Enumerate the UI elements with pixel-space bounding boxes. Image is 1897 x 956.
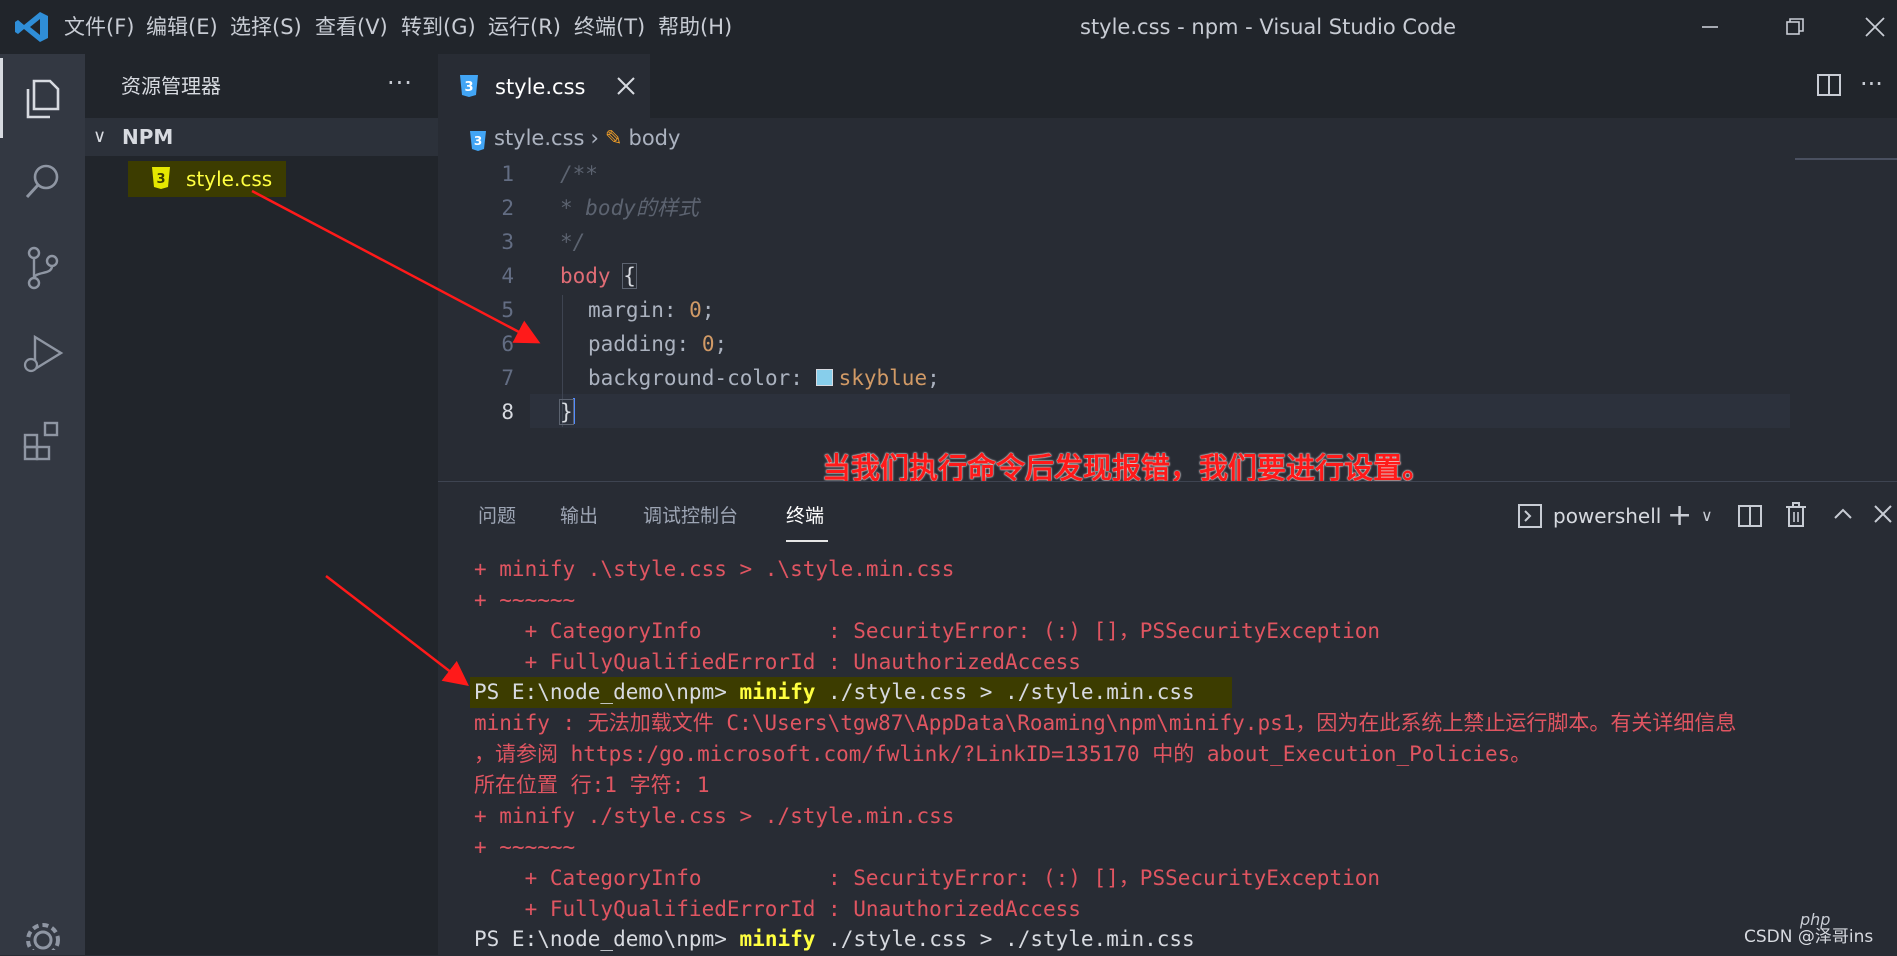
- arrow-to-code: [251, 189, 541, 344]
- annotation-arrows: [251, 189, 541, 687]
- watermark: CSDN @泽哥ins: [1744, 927, 1874, 947]
- arrow-to-command: [325, 575, 469, 687]
